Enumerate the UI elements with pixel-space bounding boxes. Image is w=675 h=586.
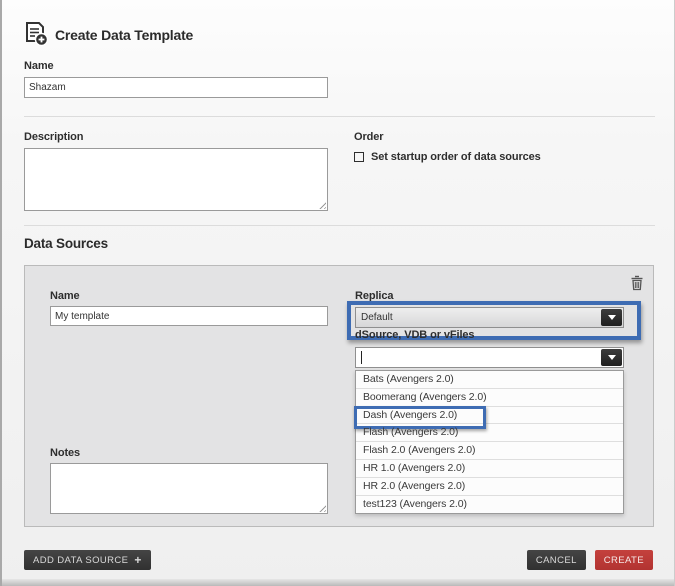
name-label: Name xyxy=(24,60,54,72)
dropdown-option[interactable]: Boomerang (Avengers 2.0) xyxy=(356,389,623,407)
create-button[interactable]: CREATE xyxy=(595,550,653,570)
document-plus-icon xyxy=(22,20,50,48)
data-sources-section-title: Data Sources xyxy=(24,236,108,251)
notes-textarea[interactable] xyxy=(50,463,328,514)
create-data-template-dialog: Create Data Template Name Description Or… xyxy=(0,0,675,586)
add-data-source-label: ADD DATA SOURCE xyxy=(33,555,128,566)
startup-order-checkbox[interactable] xyxy=(354,152,364,162)
description-textarea[interactable] xyxy=(24,148,328,211)
dropdown-option-highlighted[interactable]: Dash (Avengers 2.0) xyxy=(356,407,623,425)
source-name-label: Name xyxy=(50,290,80,302)
plus-icon: + xyxy=(134,554,141,566)
description-label: Description xyxy=(24,131,83,143)
divider xyxy=(24,116,655,117)
dropdown-option[interactable]: Flash 2.0 (Avengers 2.0) xyxy=(356,442,623,460)
resize-grip-icon[interactable] xyxy=(317,503,326,512)
dsource-options-list: Bats (Avengers 2.0)Boomerang (Avengers 2… xyxy=(355,370,624,514)
cancel-button[interactable]: CANCEL xyxy=(527,550,586,570)
dsource-label: dSource, VDB or vFiles xyxy=(355,329,474,341)
chevron-down-icon[interactable] xyxy=(601,349,622,366)
dropdown-option[interactable]: HR 2.0 (Avengers 2.0) xyxy=(356,478,623,496)
divider xyxy=(24,225,655,226)
source-name-input[interactable] xyxy=(50,306,328,326)
order-label: Order xyxy=(354,131,383,143)
dropdown-option[interactable]: Flash (Avengers 2.0) xyxy=(356,424,623,442)
resize-grip-icon[interactable] xyxy=(317,200,326,209)
add-data-source-button[interactable]: ADD DATA SOURCE + xyxy=(24,550,151,570)
page-title: Create Data Template xyxy=(55,27,193,43)
trash-icon[interactable] xyxy=(630,275,644,291)
startup-order-checkbox-label[interactable]: Set startup order of data sources xyxy=(371,151,541,163)
dropdown-option[interactable]: Bats (Avengers 2.0) xyxy=(356,371,623,389)
name-input[interactable] xyxy=(24,77,328,98)
text-cursor xyxy=(361,351,362,364)
data-source-panel: Name Notes Replica Default dSource, VDB … xyxy=(24,265,654,527)
dialog-bottom-edge xyxy=(2,579,674,586)
dropdown-option[interactable]: test123 (Avengers 2.0) xyxy=(356,496,623,514)
dropdown-option[interactable]: HR 1.0 (Avengers 2.0) xyxy=(356,460,623,478)
notes-label: Notes xyxy=(50,447,80,459)
dsource-combobox[interactable] xyxy=(355,347,624,368)
